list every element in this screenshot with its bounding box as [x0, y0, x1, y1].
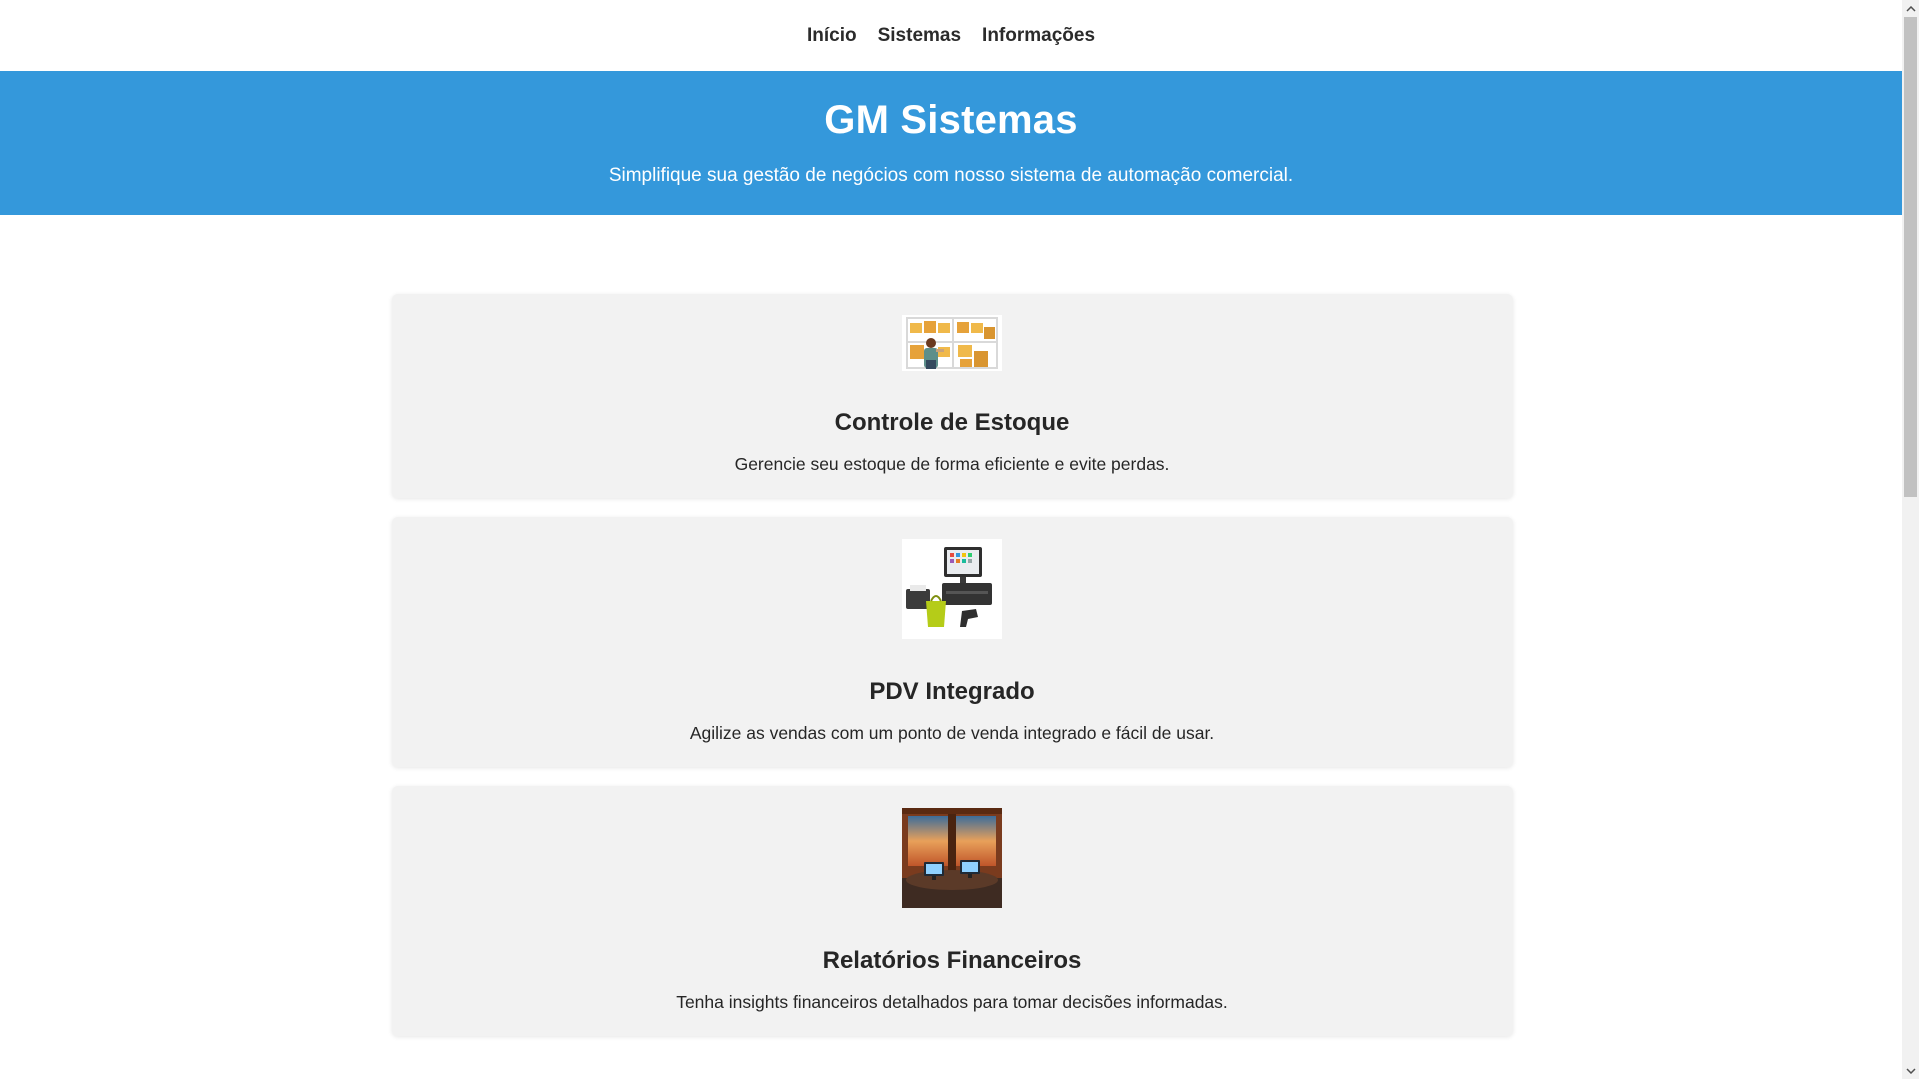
hero-subtitle: Simplifique sua gestão de negócios com n…: [608, 165, 1294, 186]
site-title: GM Sistemas: [824, 98, 1078, 142]
pos-terminal-illustration: [902, 539, 1002, 639]
feature-title: PDV Integrado: [869, 678, 1035, 705]
feature-description: Gerencie seu estoque de forma eficiente …: [734, 454, 1170, 474]
vertical-scrollbar[interactable]: [1902, 0, 1919, 1079]
inventory-illustration: [902, 315, 1002, 371]
features-section: Controle de Estoque Gerencie seu estoque…: [391, 294, 1513, 1036]
feature-title: Relatórios Financeiros: [822, 947, 1082, 974]
hero-banner: GM Sistemas Simplifique sua gestão de ne…: [0, 71, 1902, 215]
nav-link-inicio[interactable]: Início: [807, 26, 857, 45]
scroll-down-icon[interactable]: [1902, 1062, 1919, 1079]
feature-card-relatorios: Relatórios Financeiros Tenha insights fi…: [391, 786, 1513, 1036]
top-navigation: Início Sistemas Informações: [0, 0, 1902, 71]
feature-description: Agilize as vendas com um ponto de venda …: [689, 723, 1215, 743]
feature-title: Controle de Estoque: [834, 409, 1070, 436]
feature-card-pdv: PDV Integrado Agilize as vendas com um p…: [391, 517, 1513, 767]
financial-office-illustration: [902, 808, 1002, 908]
scrollbar-thumb[interactable]: [1904, 17, 1917, 497]
feature-description: Tenha insights financeiros detalhados pa…: [676, 992, 1228, 1012]
page: Início Sistemas Informações GM Sistemas …: [0, 0, 1902, 1079]
nav-link-sistemas[interactable]: Sistemas: [878, 26, 961, 45]
nav-link-informacoes[interactable]: Informações: [982, 26, 1095, 45]
feature-card-estoque: Controle de Estoque Gerencie seu estoque…: [391, 294, 1513, 498]
scroll-up-icon[interactable]: [1902, 0, 1919, 17]
